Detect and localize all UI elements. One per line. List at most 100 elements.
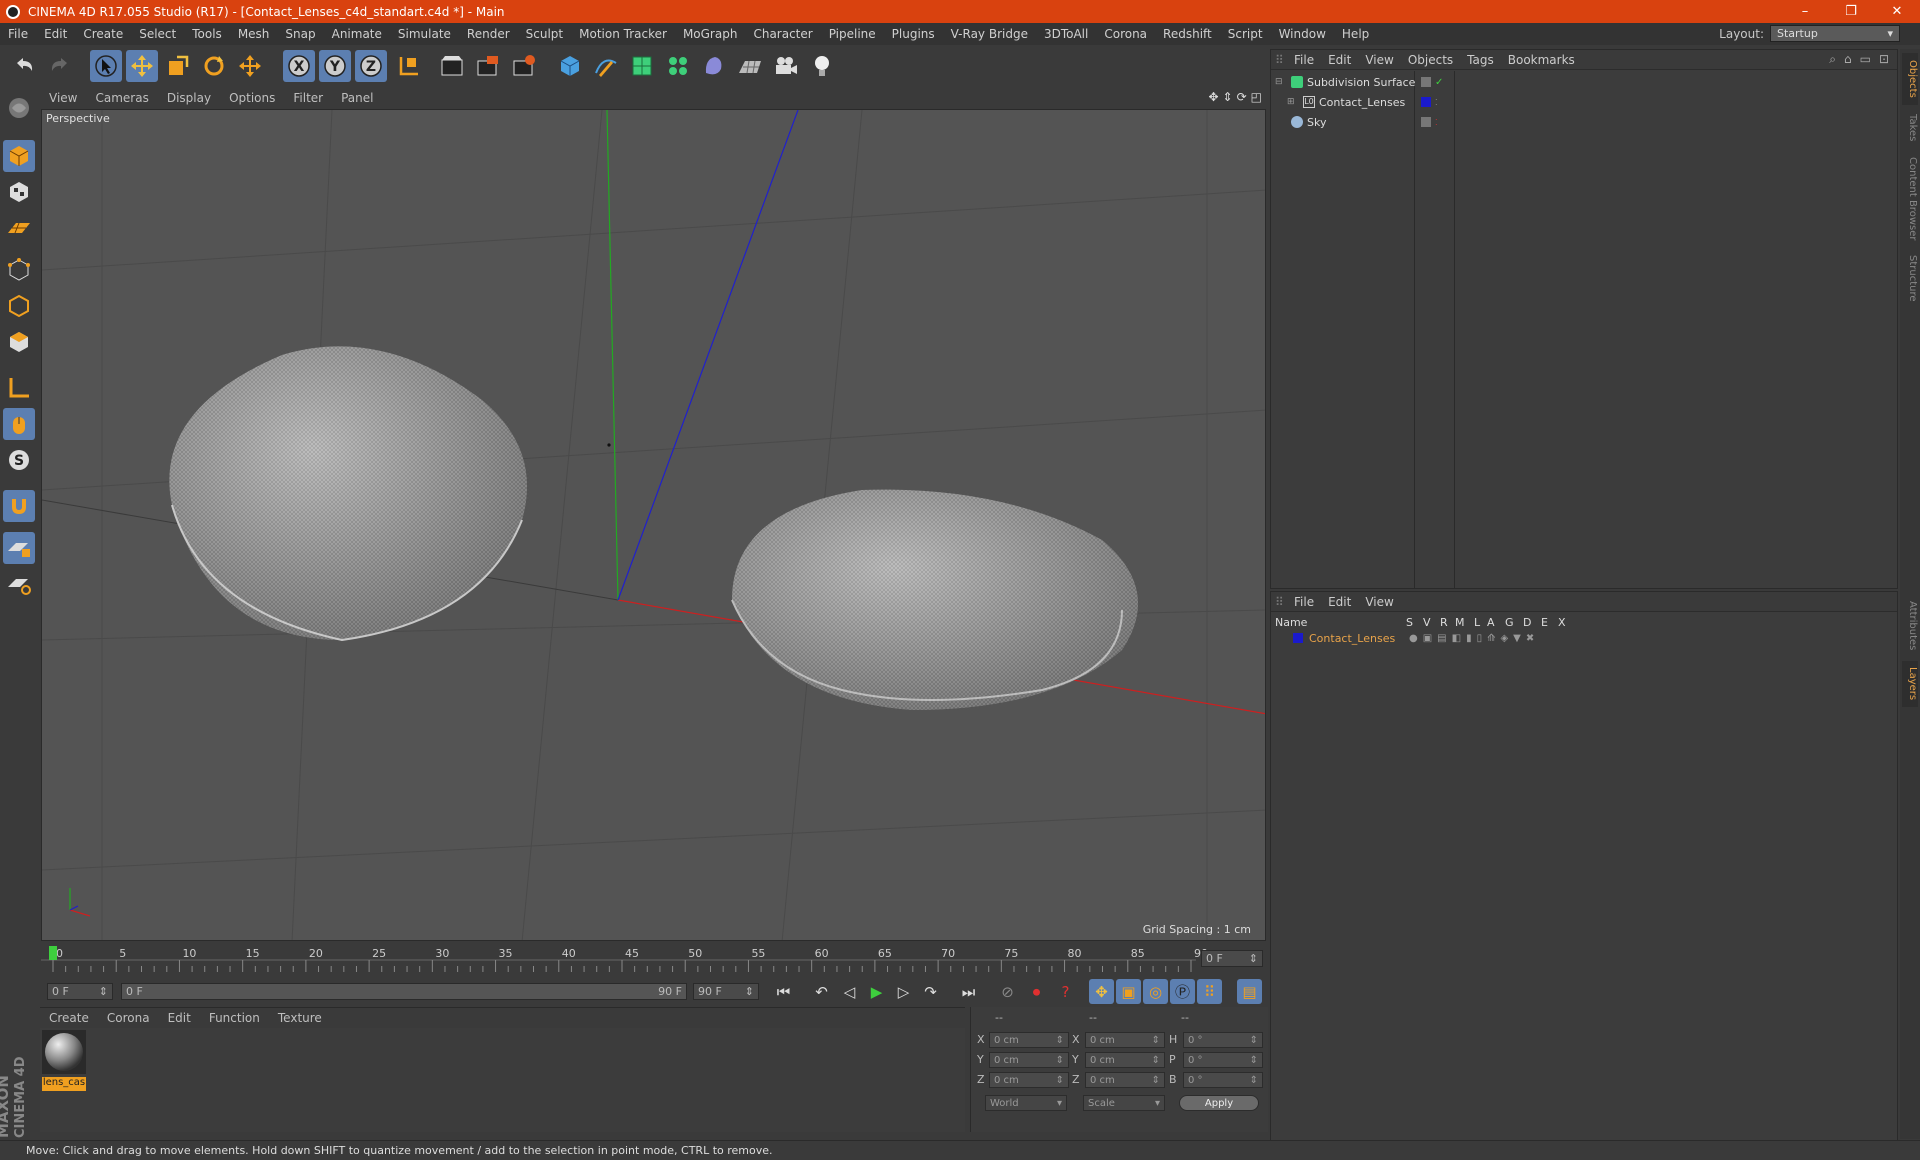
tweak-mode-button[interactable]: [3, 408, 35, 440]
zoom-icon[interactable]: ⇕: [1223, 90, 1233, 104]
autokey-button[interactable]: ⏺: [1024, 979, 1049, 1004]
undo-button[interactable]: [8, 50, 40, 82]
cube-object-button[interactable]: [554, 50, 586, 82]
viewport-menu-options[interactable]: Options: [220, 91, 284, 105]
object-menu-view[interactable]: View: [1358, 53, 1400, 67]
render-picture-viewer-button[interactable]: [472, 50, 504, 82]
object-menu-bookmarks[interactable]: Bookmarks: [1501, 53, 1582, 67]
rotation-h-field[interactable]: 0 ° ⇕: [1183, 1032, 1263, 1048]
goto-start-button[interactable]: ⏮: [771, 979, 796, 1004]
workplane-lock-button[interactable]: [3, 532, 35, 564]
texture-mode-button[interactable]: [3, 176, 35, 208]
menu-help[interactable]: Help: [1334, 27, 1377, 41]
tab-structure[interactable]: Structure: [1902, 249, 1918, 307]
menu-render[interactable]: Render: [459, 27, 518, 41]
menu-mesh[interactable]: Mesh: [230, 27, 278, 41]
coordinate-mode-select[interactable]: World ▾: [985, 1095, 1067, 1111]
edges-mode-button[interactable]: [3, 290, 35, 322]
position-y-field[interactable]: 0 cm ⇕: [989, 1052, 1069, 1068]
menu-character[interactable]: Character: [745, 27, 820, 41]
menu-edit[interactable]: Edit: [36, 27, 75, 41]
contact-lens-left[interactable]: [169, 346, 527, 642]
size-mode-select[interactable]: Scale ▾: [1083, 1095, 1165, 1111]
layout-select[interactable]: Startup ▾: [1770, 25, 1900, 42]
key-rotation-button[interactable]: ◎: [1143, 979, 1168, 1004]
magnet-button[interactable]: [3, 490, 35, 522]
enabled-check-icon[interactable]: ✓: [1435, 77, 1443, 88]
object-row-sky[interactable]: Sky ⁚: [1271, 112, 1897, 132]
menu-snap[interactable]: Snap: [277, 27, 323, 41]
size-x-field[interactable]: 0 cm ⇕: [1085, 1032, 1165, 1048]
expand-icon[interactable]: ⊡: [1879, 52, 1889, 67]
camera-button[interactable]: [770, 50, 802, 82]
deformer-button[interactable]: [698, 50, 730, 82]
viewport-menu-view[interactable]: View: [40, 91, 86, 105]
points-mode-button[interactable]: [3, 254, 35, 286]
rotation-p-field[interactable]: 0 ° ⇕: [1183, 1052, 1263, 1068]
layer-checkbox-icon[interactable]: [1421, 117, 1431, 127]
material-menu-texture[interactable]: Texture: [269, 1011, 331, 1025]
expand-icon[interactable]: ⊞: [1287, 97, 1299, 107]
home-icon[interactable]: ⌂: [1844, 52, 1852, 67]
menu-mograph[interactable]: MoGraph: [675, 27, 746, 41]
rotation-b-field[interactable]: 0 ° ⇕: [1183, 1072, 1263, 1088]
tab-objects[interactable]: Objects: [1902, 53, 1918, 105]
material-menu-create[interactable]: Create: [40, 1011, 98, 1025]
close-button[interactable]: ✕: [1874, 0, 1920, 23]
menu-create[interactable]: Create: [75, 27, 131, 41]
collapse-icon[interactable]: ⊟: [1275, 77, 1287, 87]
layer-row-contact-lenses[interactable]: Contact_Lenses ●▣▤◧▮▯⟰◈▼✖: [1271, 630, 1897, 646]
key-position-button[interactable]: ✥: [1089, 979, 1114, 1004]
light-button[interactable]: [806, 50, 838, 82]
viewport-menu-display[interactable]: Display: [158, 91, 220, 105]
keyframe-selection-button[interactable]: ?: [1053, 979, 1078, 1004]
scale-tool-button[interactable]: [162, 50, 194, 82]
tab-attributes[interactable]: Attributes: [1902, 595, 1918, 657]
tab-takes[interactable]: Takes: [1902, 107, 1918, 149]
z-axis-button[interactable]: Z: [355, 50, 387, 82]
move-tool-button[interactable]: [126, 50, 158, 82]
play-button[interactable]: ▶: [864, 979, 889, 1004]
menu-corona[interactable]: Corona: [1096, 27, 1155, 41]
playhead-marker[interactable]: [49, 946, 57, 960]
object-row-contact-lenses[interactable]: ⊞ L0 Contact_Lenses ⁚: [1271, 92, 1897, 112]
key-scale-button[interactable]: ▣: [1116, 979, 1141, 1004]
minimize-button[interactable]: –: [1782, 0, 1828, 23]
spline-pen-button[interactable]: [590, 50, 622, 82]
add-move-button[interactable]: [234, 50, 266, 82]
render-settings-button[interactable]: [508, 50, 540, 82]
object-menu-file[interactable]: File: [1287, 53, 1321, 67]
viewport-menu-cameras[interactable]: Cameras: [86, 91, 157, 105]
size-z-field[interactable]: 0 cm ⇕: [1085, 1072, 1165, 1088]
apply-button[interactable]: Apply: [1179, 1095, 1259, 1111]
menu-file[interactable]: File: [0, 27, 36, 41]
cloner-button[interactable]: [662, 50, 694, 82]
menu-tools[interactable]: Tools: [184, 27, 230, 41]
subdivision-surface-button[interactable]: [626, 50, 658, 82]
record-keys-button[interactable]: ⊘: [995, 979, 1020, 1004]
tab-content-browser[interactable]: Content Browser: [1902, 151, 1918, 247]
layer-color-swatch[interactable]: [1293, 633, 1303, 643]
menu-select[interactable]: Select: [131, 27, 184, 41]
next-frame-button[interactable]: ▷: [891, 979, 916, 1004]
menu-window[interactable]: Window: [1271, 27, 1334, 41]
render-view-button[interactable]: [436, 50, 468, 82]
menu-3dtoall[interactable]: 3DToAll: [1036, 27, 1096, 41]
pan-icon[interactable]: ✥: [1208, 90, 1218, 104]
visibility-dots-icon[interactable]: ⁚: [1435, 118, 1438, 127]
material-menu-edit[interactable]: Edit: [159, 1011, 200, 1025]
menu-motion-tracker[interactable]: Motion Tracker: [571, 27, 675, 41]
start-frame-field[interactable]: 0 F ⇕: [47, 983, 113, 1000]
workplane-align-button[interactable]: [3, 568, 35, 600]
object-menu-edit[interactable]: Edit: [1321, 53, 1358, 67]
maximize-view-icon[interactable]: ◰: [1251, 90, 1262, 104]
select-tool-button[interactable]: [90, 50, 122, 82]
viewport-menu-panel[interactable]: Panel: [332, 91, 382, 105]
menu-sculpt[interactable]: Sculpt: [518, 27, 571, 41]
restore-button[interactable]: ❐: [1828, 0, 1874, 23]
redo-button[interactable]: [44, 50, 76, 82]
menu-vray-bridge[interactable]: V-Ray Bridge: [943, 27, 1036, 41]
y-axis-button[interactable]: Y: [319, 50, 351, 82]
menu-redshift[interactable]: Redshift: [1155, 27, 1220, 41]
prev-key-button[interactable]: ↶: [809, 979, 834, 1004]
